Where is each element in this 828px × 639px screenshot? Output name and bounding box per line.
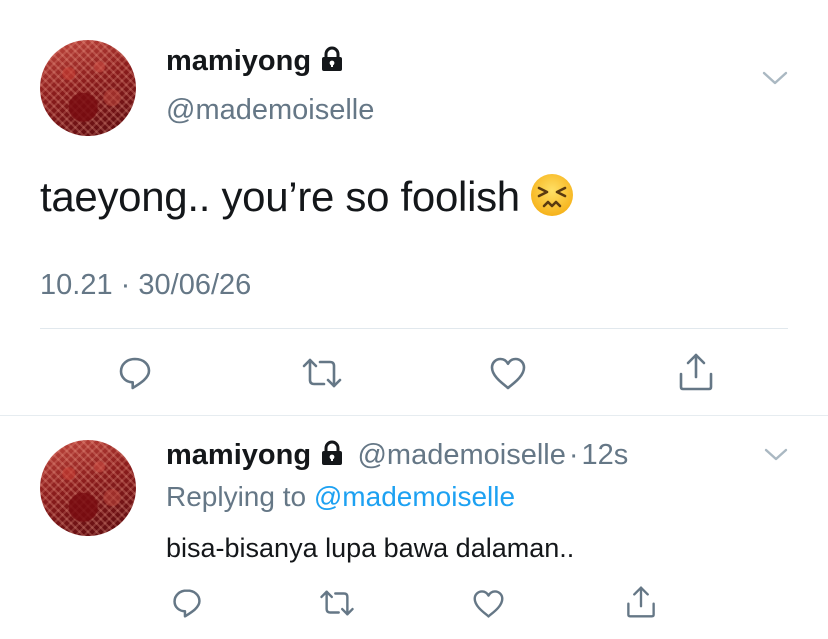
like-icon [490, 357, 526, 390]
chevron-down-icon[interactable] [762, 444, 790, 466]
tweet-age: 12s [581, 439, 629, 471]
replying-prefix: Replying to [166, 481, 307, 512]
author-name-row[interactable]: mamiyong [166, 44, 726, 83]
reply-button[interactable] [169, 585, 205, 621]
avatar[interactable] [40, 440, 136, 536]
tweet-text: taeyong.. you’re so foolish [40, 173, 520, 220]
replying-to: Replying to @mademoiselle [166, 480, 515, 514]
persevering-face-icon [530, 173, 574, 228]
tweet-time: 10.21 [40, 269, 113, 301]
tweet-date: 30/06/26 [138, 269, 252, 301]
share-button[interactable] [675, 350, 717, 394]
separator: · [568, 439, 579, 471]
lock-icon [319, 46, 345, 72]
reply-icon [119, 357, 151, 390]
tweet-body: taeyong.. you’re so foolish [40, 172, 740, 228]
avatar[interactable] [40, 40, 136, 136]
retweet-icon [320, 590, 354, 616]
retweet-button[interactable] [299, 352, 345, 394]
reply-header: mamiyong @mademoiselle · 12s [166, 438, 766, 477]
share-icon [627, 586, 655, 618]
chevron-down-icon[interactable] [760, 66, 790, 90]
retweet-icon [302, 358, 342, 388]
tweet-header: mamiyong @mademoiselle [166, 44, 726, 127]
divider [40, 328, 788, 329]
handle[interactable]: @mademoiselle [166, 93, 726, 127]
tweet-timestamp[interactable]: 10.21 · 30/06/26 [40, 268, 251, 302]
like-button[interactable] [487, 352, 529, 394]
retweet-button[interactable] [317, 585, 357, 621]
like-icon [473, 589, 503, 618]
display-name[interactable]: mamiyong [166, 45, 311, 77]
lock-icon [319, 440, 345, 466]
reply-icon [173, 589, 201, 618]
reply-button[interactable] [114, 352, 156, 394]
handle[interactable]: @mademoiselle [357, 439, 565, 471]
replying-handle-link[interactable]: @mademoiselle [314, 481, 515, 512]
share-button[interactable] [623, 583, 659, 621]
display-name[interactable]: mamiyong [166, 439, 311, 471]
separator: · [120, 269, 131, 301]
divider [0, 415, 828, 416]
like-button[interactable] [470, 585, 506, 621]
share-icon [679, 353, 713, 391]
reply-body: bisa-bisanya lupa bawa dalaman.. [166, 533, 575, 563]
